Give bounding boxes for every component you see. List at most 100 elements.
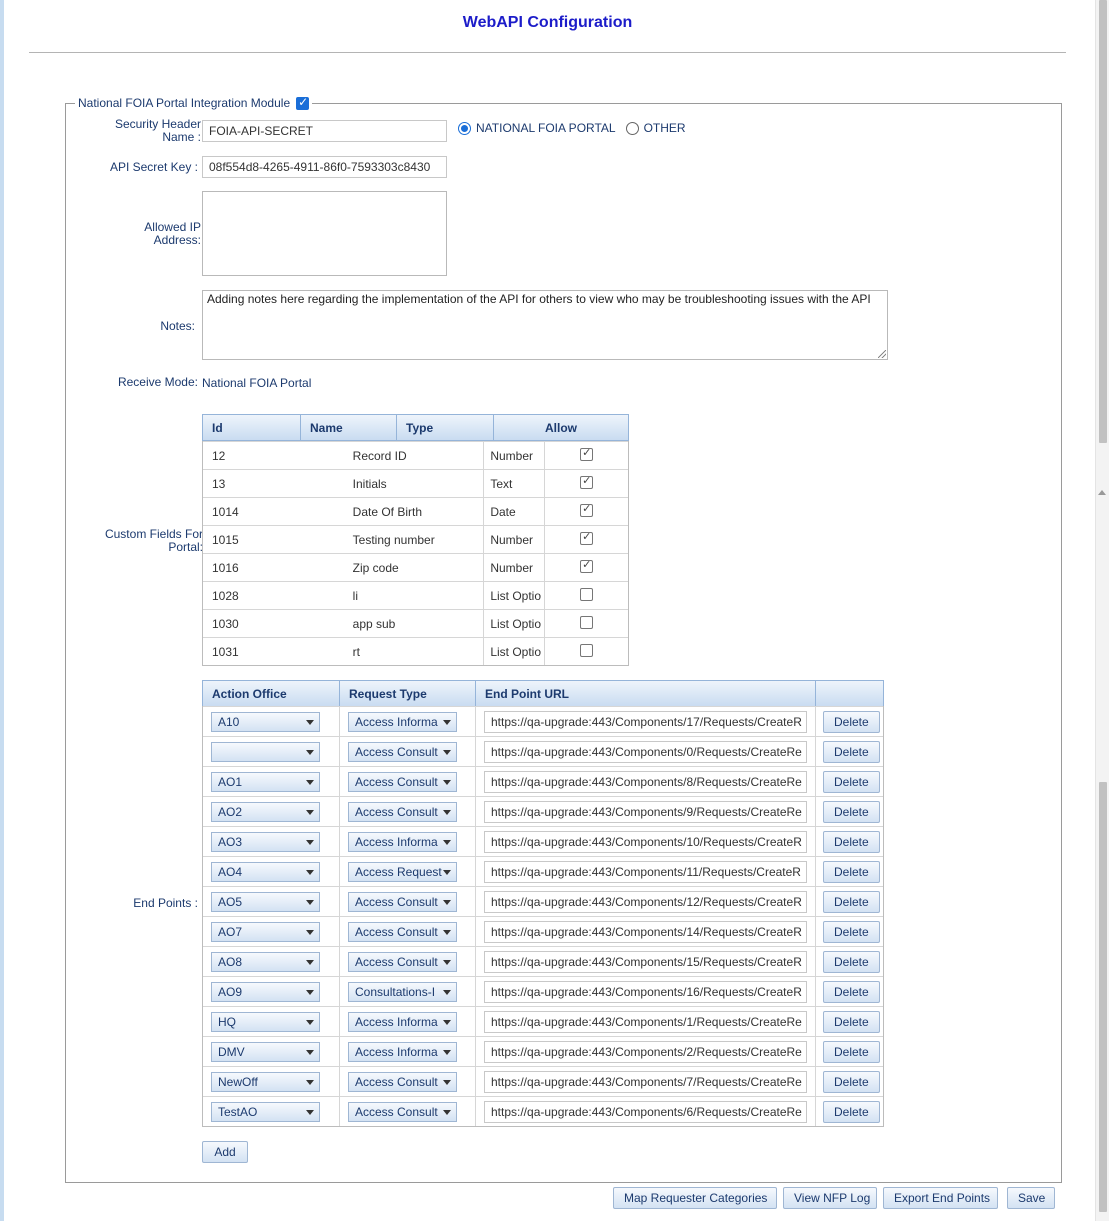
security-header-input[interactable]: FOIA-API-SECRET xyxy=(202,120,447,142)
action-office-select[interactable]: AO5 xyxy=(211,891,320,912)
radio-other[interactable] xyxy=(625,121,639,135)
export-end-points-button[interactable]: Export End Points xyxy=(883,1187,998,1209)
action-office-select[interactable]: HQ xyxy=(211,1011,320,1032)
delete-button[interactable]: Delete xyxy=(823,1070,880,1093)
delete-button[interactable]: Delete xyxy=(823,890,880,913)
map-requester-categories-button[interactable]: Map Requester Categories xyxy=(613,1187,777,1209)
end-point-url-input[interactable]: https://qa-upgrade:443/Components/11/Req… xyxy=(484,860,807,883)
action-office-select[interactable]: AO7 xyxy=(211,921,320,942)
end-point-url-input[interactable]: https://qa-upgrade:443/Components/2/Requ… xyxy=(484,1040,807,1063)
allow-checkbox[interactable] xyxy=(580,616,594,629)
notes-textarea[interactable]: Adding notes here regarding the implemen… xyxy=(202,290,888,360)
delete-button[interactable]: Delete xyxy=(823,710,880,733)
request-type-select[interactable]: Access Consult xyxy=(348,1101,457,1122)
cell-allow xyxy=(545,526,628,553)
end-point-url-input[interactable]: https://qa-upgrade:443/Components/6/Requ… xyxy=(484,1100,807,1123)
action-office-select[interactable]: TestAO xyxy=(211,1101,320,1122)
delete-button[interactable]: Delete xyxy=(823,830,880,853)
request-type-select[interactable]: Access Informa xyxy=(348,1041,457,1062)
delete-button[interactable]: Delete xyxy=(823,800,880,823)
action-office-select[interactable]: AO2 xyxy=(211,801,320,822)
action-office-select[interactable]: A10 xyxy=(211,711,320,732)
end-point-url-input[interactable]: https://qa-upgrade:443/Components/0/Requ… xyxy=(484,740,807,763)
request-type-select[interactable]: Access Consult xyxy=(348,891,457,912)
cell-end-point-url: https://qa-upgrade:443/Components/17/Req… xyxy=(476,707,816,736)
col-header-request-type[interactable]: Request Type xyxy=(340,681,476,706)
end-point-url-input[interactable]: https://qa-upgrade:443/Components/17/Req… xyxy=(484,710,807,733)
delete-button[interactable]: Delete xyxy=(823,920,880,943)
action-office-select[interactable] xyxy=(211,741,320,762)
col-header-type[interactable]: Type xyxy=(397,415,494,440)
request-type-select[interactable]: Access Consult xyxy=(348,771,457,792)
action-office-select[interactable]: AO9 xyxy=(211,981,320,1002)
allow-checkbox[interactable] xyxy=(580,530,594,545)
request-type-select[interactable]: Access Request xyxy=(348,861,457,882)
request-type-select[interactable]: Access Consult xyxy=(348,951,457,972)
end-point-url-input[interactable]: https://qa-upgrade:443/Components/12/Req… xyxy=(484,890,807,913)
delete-button[interactable]: Delete xyxy=(823,770,880,793)
col-header-allow[interactable]: Allow xyxy=(494,415,628,440)
allow-checkbox[interactable] xyxy=(580,588,594,601)
col-header-id[interactable]: Id xyxy=(203,415,301,440)
delete-button[interactable]: Delete xyxy=(823,1040,880,1063)
api-secret-input[interactable]: 08f554d8-4265-4911-86f0-7593303c8430 xyxy=(202,156,447,178)
end-point-url-input[interactable]: https://qa-upgrade:443/Components/14/Req… xyxy=(484,920,807,943)
cell-end-point-url: https://qa-upgrade:443/Components/16/Req… xyxy=(476,977,816,1006)
table-row: AO1 Access Consult https://qa-upgrade:443/… xyxy=(203,766,883,796)
col-header-end-point-url[interactable]: End Point URL xyxy=(476,681,816,706)
view-nfp-log-button[interactable]: View NFP Log xyxy=(783,1187,877,1209)
save-button[interactable]: Save xyxy=(1007,1187,1055,1209)
delete-button[interactable]: Delete xyxy=(823,740,880,763)
delete-button[interactable]: Delete xyxy=(823,1010,880,1033)
allowed-ip-textarea[interactable] xyxy=(202,191,447,276)
radio-national-foia-portal[interactable] xyxy=(458,121,471,135)
col-header-action-office[interactable]: Action Office xyxy=(203,681,340,706)
delete-button[interactable]: Delete xyxy=(823,980,880,1003)
end-point-url-input[interactable]: https://qa-upgrade:443/Components/15/Req… xyxy=(484,950,807,973)
vertical-scrollbar[interactable] xyxy=(1095,0,1109,1221)
delete-button[interactable]: Delete xyxy=(823,950,880,973)
portal-type-group: NATIONAL FOIA PORTAL OTHER xyxy=(458,121,696,135)
request-type-select[interactable]: Access Consult xyxy=(348,801,457,822)
end-point-url-input[interactable]: https://qa-upgrade:443/Components/1/Requ… xyxy=(484,1010,807,1033)
end-point-url-input[interactable]: https://qa-upgrade:443/Components/10/Req… xyxy=(484,830,807,853)
module-enabled-checkbox[interactable] xyxy=(296,95,310,110)
end-point-url-input[interactable]: https://qa-upgrade:443/Components/16/Req… xyxy=(484,980,807,1003)
chevron-down-icon xyxy=(443,1049,451,1055)
request-type-select[interactable]: Access Consult xyxy=(348,741,457,762)
allow-checkbox[interactable] xyxy=(580,644,594,657)
request-type-select[interactable]: Access Consult xyxy=(348,1071,457,1092)
allow-checkbox[interactable] xyxy=(580,502,594,517)
request-type-select[interactable]: Access Informa xyxy=(348,711,457,732)
request-type-select[interactable]: Access Informa xyxy=(348,831,457,852)
scrollbar-thumb-lower[interactable] xyxy=(1099,782,1107,1212)
cell-name: li xyxy=(344,582,485,609)
request-type-select[interactable]: Consultations-I xyxy=(348,981,457,1002)
col-header-name[interactable]: Name xyxy=(301,415,397,440)
action-office-select[interactable]: AO3 xyxy=(211,831,320,852)
delete-button[interactable]: Delete xyxy=(823,860,880,883)
allow-checkbox[interactable] xyxy=(580,558,594,573)
action-office-select[interactable]: NewOff xyxy=(211,1071,320,1092)
allow-checkbox[interactable] xyxy=(580,474,594,489)
scrollbar-thumb-upper[interactable] xyxy=(1099,0,1107,443)
table-row: 13 Initials Text xyxy=(203,469,628,497)
end-point-url-input[interactable]: https://qa-upgrade:443/Components/7/Requ… xyxy=(484,1070,807,1093)
request-type-select[interactable]: Access Informa xyxy=(348,1011,457,1032)
action-office-select[interactable]: DMV xyxy=(211,1041,320,1062)
request-type-select[interactable]: Access Consult xyxy=(348,921,457,942)
action-office-select[interactable]: AO8 xyxy=(211,951,320,972)
end-point-url-input[interactable]: https://qa-upgrade:443/Components/8/Requ… xyxy=(484,770,807,793)
action-office-select[interactable]: AO4 xyxy=(211,861,320,882)
chevron-down-icon xyxy=(443,929,451,935)
cell-end-point-url: https://qa-upgrade:443/Components/0/Requ… xyxy=(476,737,816,766)
receive-mode-label: Receive Mode: xyxy=(117,375,198,389)
add-end-point-button[interactable]: Add xyxy=(202,1141,248,1163)
action-office-select[interactable]: AO1 xyxy=(211,771,320,792)
cell-end-point-url: https://qa-upgrade:443/Components/12/Req… xyxy=(476,887,816,916)
allow-checkbox[interactable] xyxy=(580,446,594,461)
end-point-url-input[interactable]: https://qa-upgrade:443/Components/9/Requ… xyxy=(484,800,807,823)
delete-button[interactable]: Delete xyxy=(823,1100,880,1123)
resize-handle-icon[interactable] xyxy=(878,350,886,358)
scroll-up-arrow-icon[interactable] xyxy=(1098,490,1106,495)
